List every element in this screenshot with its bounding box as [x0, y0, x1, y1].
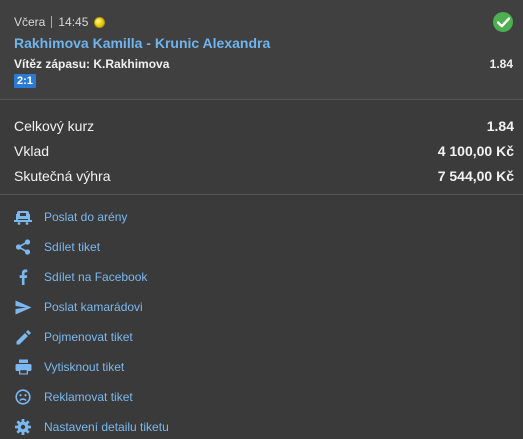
match-title[interactable]: Rakhimova Kamilla - Krunic Alexandra [14, 35, 270, 51]
payout-label: Skutečná výhra [14, 168, 111, 184]
bet-header: Včera 14:45 Rakhimova Kamilla - Krunic A… [0, 0, 523, 100]
meta-separator [51, 16, 53, 28]
pick-odd: 1.84 [489, 57, 513, 71]
action-label: Sdílet tiket [44, 240, 101, 254]
check-circle-icon [493, 12, 513, 32]
share-icon [14, 238, 32, 256]
bet-summary: Celkový kurz 1.84 Vklad 4 100,00 Kč Skut… [0, 101, 523, 195]
print-ticket-button[interactable]: Vytisknout tiket [14, 357, 124, 377]
total-odds-value: 1.84 [486, 118, 514, 134]
action-label: Nastavení detailu tiketu [44, 420, 169, 434]
ticket-actions: Poslat do arény Sdílet tiket Sdílet na F… [0, 196, 523, 439]
send-to-friend-button[interactable]: Poslat kamarádovi [14, 297, 143, 317]
action-label: Reklamovat tiket [44, 390, 133, 404]
facebook-icon [14, 268, 32, 286]
action-label: Poslat kamarádovi [44, 300, 143, 314]
bet-meta: Včera 14:45 [14, 15, 106, 29]
complaint-ticket-button[interactable]: Reklamovat tiket [14, 387, 133, 407]
score-badge: 2:1 [14, 74, 36, 88]
share-ticket-button[interactable]: Sdílet tiket [14, 237, 100, 257]
pencil-icon [14, 328, 32, 346]
gear-icon [14, 418, 32, 436]
action-label: Pojmenovat tiket [44, 330, 133, 344]
ticket-detail-settings-button[interactable]: Nastavení detailu tiketu [14, 417, 169, 437]
send-to-arena-button[interactable]: Poslat do arény [14, 207, 127, 227]
total-odds-label: Celkový kurz [14, 118, 95, 134]
printer-icon [14, 358, 32, 376]
stake-label: Vklad [14, 143, 50, 159]
bet-day: Včera [14, 15, 46, 29]
pick-label: Vítěz zápasu: K.Rakhimova [14, 57, 170, 71]
arena-icon [14, 208, 32, 226]
action-label: Sdílet na Facebook [44, 270, 148, 284]
payout-value: 7 544,00 Kč [437, 168, 514, 184]
share-facebook-button[interactable]: Sdílet na Facebook [14, 267, 147, 287]
action-label: Vytisknout tiket [44, 360, 125, 374]
bet-time: 14:45 [58, 15, 89, 29]
stake-value: 4 100,00 Kč [437, 143, 514, 159]
send-icon [14, 298, 32, 316]
action-label: Poslat do arény [44, 210, 128, 224]
payout-row: Skutečná výhra 7 544,00 Kč [14, 167, 514, 185]
tennis-ball-icon [94, 16, 106, 28]
stake-row: Vklad 4 100,00 Kč [14, 142, 514, 160]
total-odds-row: Celkový kurz 1.84 [14, 117, 514, 135]
rename-ticket-button[interactable]: Pojmenovat tiket [14, 327, 133, 347]
sad-face-icon [14, 388, 32, 406]
